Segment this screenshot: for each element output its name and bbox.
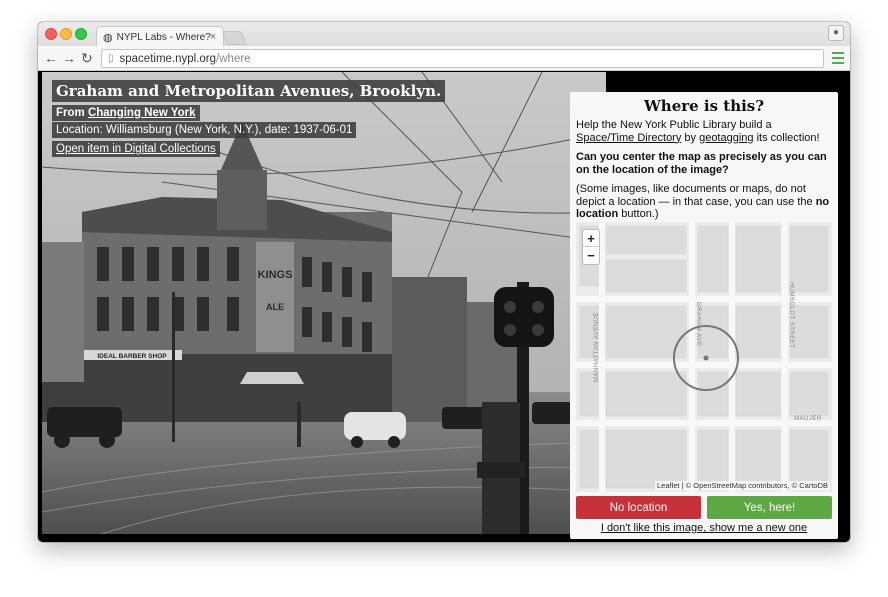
forward-arrow-icon[interactable]: →: [62, 50, 76, 66]
kings-sign-line1: KINGS: [258, 269, 293, 281]
title-bar: ◍ NYPL Labs - Where? × ●: [38, 22, 850, 47]
street-label-graham: GRAHAM AVE: [695, 302, 701, 346]
center-dot-icon: [703, 355, 709, 361]
tab-title: NYPL Labs - Where?: [116, 31, 211, 43]
skip-image-link[interactable]: I don't like this image, show me a new o…: [570, 522, 838, 534]
street-label-maujer: MAUJER: [794, 416, 822, 422]
page-icon: ▯: [108, 53, 114, 64]
where-panel: Where is this? Help the New York Public …: [570, 92, 838, 539]
zoom-out-button[interactable]: −: [583, 247, 599, 264]
globe-tab-icon: ◍: [103, 31, 113, 44]
profile-icon[interactable]: ●: [828, 25, 844, 41]
new-tab-button[interactable]: [221, 31, 247, 45]
question-text: Can you center the map as precisely as y…: [576, 151, 827, 176]
zoom-control: + −: [582, 229, 600, 265]
geotagging-link[interactable]: geotagging: [699, 132, 753, 144]
back-arrow-icon[interactable]: ←: [44, 50, 58, 66]
window-close-button[interactable]: [45, 28, 57, 40]
space-time-directory-link[interactable]: Space/Time Directory: [576, 132, 681, 144]
browser-window: ◍ NYPL Labs - Where? × ● ← → ↻ ▯ spaceti…: [38, 22, 850, 542]
note-text-pre: (Some images, like documents or maps, do…: [576, 183, 816, 208]
hamburger-menu-icon[interactable]: [832, 51, 844, 65]
yes-here-button[interactable]: Yes, here!: [707, 496, 832, 519]
barber-shop-sign: IDEAL BARBER SHOP: [97, 353, 167, 360]
panel-title: Where is this?: [643, 97, 765, 115]
note-text: (Some images, like documents or maps, do…: [576, 183, 832, 223]
window-maximize-button[interactable]: [75, 28, 87, 40]
collection-link[interactable]: Changing New York: [88, 107, 196, 119]
intro-text-post: its collection!: [753, 131, 820, 144]
tab-close-icon[interactable]: ×: [210, 31, 216, 43]
window-minimize-button[interactable]: [60, 28, 72, 40]
street-label-humboldt: HUMBOLDT STREET: [788, 282, 794, 348]
open-digital-collections-link[interactable]: Open item in Digital Collections: [52, 141, 220, 157]
street-label-manhattan: MANHATTAN AVENUE: [594, 312, 600, 382]
historic-photo[interactable]: KINGS ALE IDEAL BARBER SHOP Graham and M…: [42, 72, 606, 534]
address-bar[interactable]: ▯ spacetime.nypl.org/where: [101, 49, 824, 68]
no-location-button[interactable]: No location: [576, 496, 701, 519]
url-host: spacetime.nypl.org: [119, 52, 217, 65]
location-map[interactable]: MANHATTAN AVENUE GRAHAM AVE HUMBOLDT STR…: [576, 222, 832, 492]
intro-text-pre: Help the New York Public Library build a: [576, 119, 772, 131]
zoom-in-button[interactable]: +: [583, 230, 599, 247]
map-attribution[interactable]: Leaflet | © OpenStreetMap contributors, …: [655, 481, 830, 490]
map-tiles: MANHATTAN AVENUE GRAHAM AVE HUMBOLDT STR…: [576, 222, 832, 492]
from-prefix: From: [56, 107, 88, 119]
intro-text: Help the New York Public Library build a…: [576, 119, 832, 147]
intro-text-mid: by: [681, 131, 700, 144]
note-text-post: button.): [618, 208, 659, 220]
location-date-line: Location: Williamsburg (New York, N.Y.),…: [52, 122, 357, 138]
browser-tab[interactable]: ◍ NYPL Labs - Where? ×: [96, 26, 224, 47]
page-content: KINGS ALE IDEAL BARBER SHOP Graham and M…: [38, 72, 850, 542]
collection-line: From Changing New York: [52, 105, 200, 121]
photo-title: Graham and Metropolitan Avenues, Brookly…: [52, 80, 446, 102]
url-path: /where: [216, 52, 251, 65]
kings-sign-line2: ALE: [266, 302, 284, 312]
browser-toolbar: ← → ↻ ▯ spacetime.nypl.org/where: [38, 46, 850, 71]
reload-icon[interactable]: ↻: [81, 50, 93, 66]
